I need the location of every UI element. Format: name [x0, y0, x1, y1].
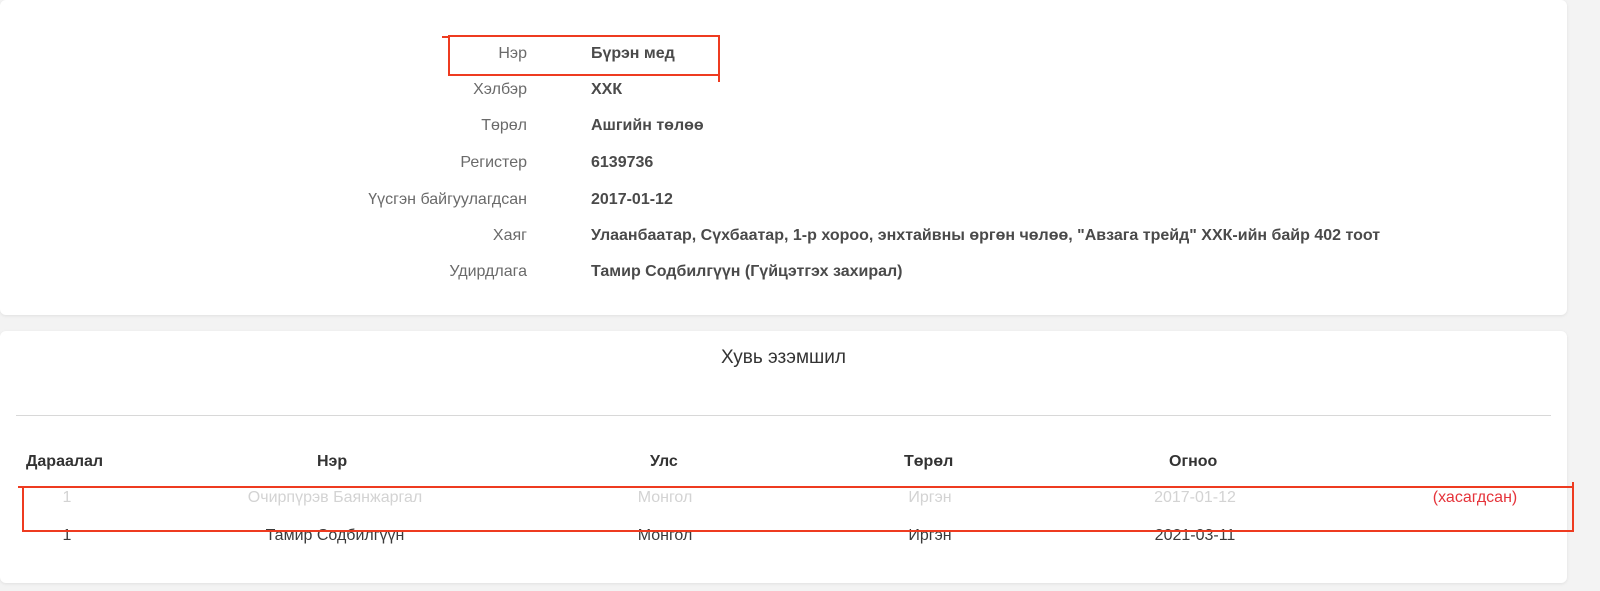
removed-status-badge: (хасагдсан) — [1432, 489, 1518, 506]
info-value-register: 6139736 — [591, 154, 654, 171]
info-label-register: Регистер — [460, 154, 527, 171]
company-info-card: Нэр Бүрэн мед Хэлбэр ХХК Төрөл Ашгийн тө… — [0, 0, 1567, 315]
cell-order: 1 — [62, 527, 72, 544]
info-row-register: Регистер 6139736 — [0, 145, 1567, 181]
cell-name: Очирпүрэв Баянжаргал — [247, 489, 423, 506]
info-row-founded: Үүсгэн байгуулагдсан 2017-01-12 — [0, 182, 1567, 218]
col-header-country: Улс — [650, 453, 678, 470]
info-value-founded: 2017-01-12 — [591, 191, 673, 208]
col-header-type: Төрөл — [904, 453, 954, 470]
info-row-management: Удирдлага Тамир Содбилгүүн (Гүйцэтгэх за… — [0, 254, 1567, 290]
cell-date: 2021-03-11 — [1154, 527, 1236, 544]
cell-type: Иргэн — [908, 489, 952, 506]
info-row-type: Төрөл Ашгийн төлөө — [0, 108, 1567, 144]
ownership-title: Хувь эзэмшил — [721, 347, 846, 368]
info-row-address: Хаяг Улаанбаатар, Сүхбаатар, 1-р хороо, … — [0, 218, 1567, 254]
info-label-management: Удирдлага — [449, 263, 527, 280]
cell-type: Иргэн — [908, 527, 952, 544]
info-value-management: Тамир Содбилгүүн (Гүйцэтгэх захирал) — [591, 263, 903, 280]
cell-country: Монгол — [637, 527, 693, 544]
info-label-type: Төрөл — [481, 117, 527, 134]
cell-country: Монгол — [637, 489, 693, 506]
info-value-form: ХХК — [591, 81, 623, 98]
info-label-founded: Үүсгэн байгуулагдсан — [368, 191, 527, 208]
info-label-form: Хэлбэр — [473, 81, 527, 98]
cell-order: 1 — [62, 489, 72, 506]
info-value-type: Ашгийн төлөө — [591, 117, 704, 134]
info-row-name: Нэр Бүрэн мед — [0, 36, 1567, 72]
info-value-name: Бүрэн мед — [591, 45, 675, 62]
info-value-address: Улаанбаатар, Сүхбаатар, 1-р хороо, энхта… — [591, 227, 1381, 244]
info-label-address: Хаяг — [492, 227, 527, 244]
info-label-name: Нэр — [498, 45, 527, 62]
col-header-order: Дараалал — [26, 453, 104, 470]
col-header-name: Нэр — [317, 453, 348, 470]
divider — [16, 415, 1551, 416]
col-header-date: Огноо — [1169, 453, 1218, 470]
cell-name: Тамир Содбилгүүн — [265, 527, 405, 544]
cell-date: 2017-01-12 — [1154, 489, 1236, 506]
ownership-card: Хувь эзэмшил Дараалал Нэр Улс Төрөл Огно… — [0, 331, 1567, 583]
info-row-form: Хэлбэр ХХК — [0, 72, 1567, 108]
